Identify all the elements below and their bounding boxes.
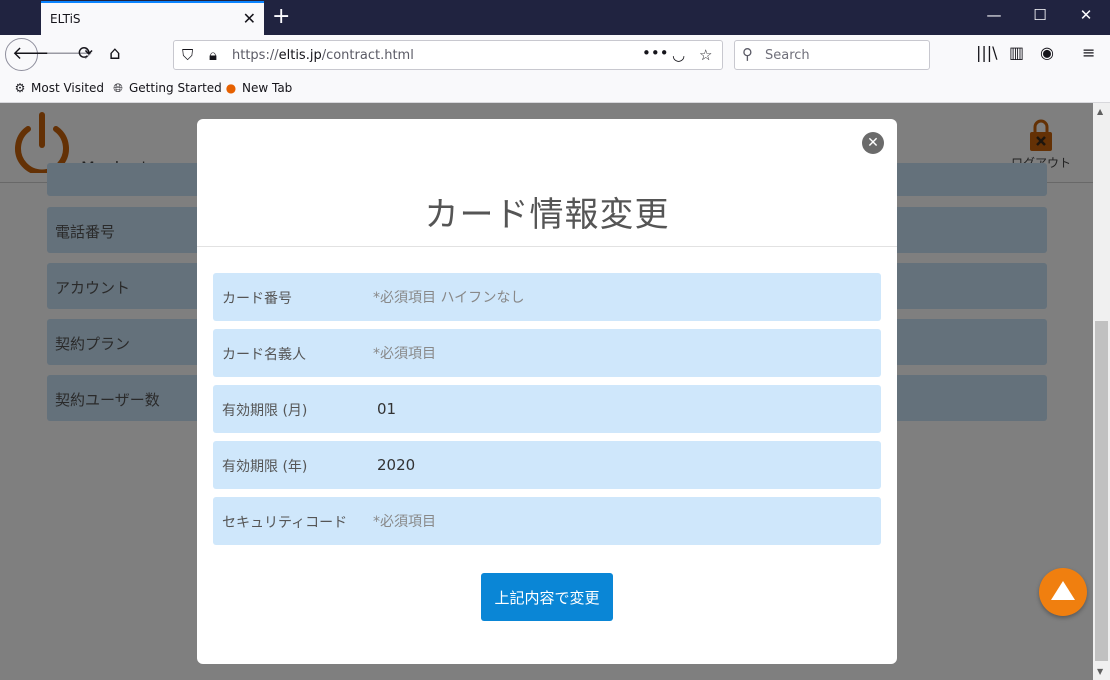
search-placeholder: Search: [765, 48, 810, 63]
card-holder-input[interactable]: [373, 329, 873, 377]
window-minimize-icon[interactable]: —: [972, 6, 1016, 24]
card-number-field: カード番号: [213, 273, 881, 321]
gear-icon: ⚙: [14, 81, 26, 95]
browser-titlebar: ELTiS ✕ + — ☐ ✕: [0, 0, 1110, 35]
security-code-input[interactable]: [373, 497, 873, 545]
field-label: カード番号: [222, 291, 292, 307]
bookmark-most-visited[interactable]: ⚙ Most Visited: [12, 81, 104, 95]
search-bar[interactable]: ⚲ Search: [734, 40, 930, 70]
submit-change-button[interactable]: 上記内容で変更: [481, 573, 613, 621]
scroll-to-top-button[interactable]: [1039, 568, 1087, 616]
globe-icon: 🌐︎: [113, 81, 123, 95]
expiry-month-select[interactable]: 01: [377, 400, 396, 418]
expiry-year-field: 有効期限 (年) 2020: [213, 441, 881, 489]
bookmark-getting-started[interactable]: 🌐︎ Getting Started: [110, 81, 222, 96]
url-bar[interactable]: ⛉ 🔒︎ https://eltis.jp/contract.html ••• …: [173, 40, 723, 70]
home-icon[interactable]: ⌂: [109, 43, 120, 64]
card-info-modal: ✕ カード情報変更 カード番号 カード名義人 有効期限 (月) 01 有効期限 …: [197, 119, 897, 664]
search-icon: ⚲: [742, 45, 753, 63]
field-label: セキュリティコード: [222, 515, 348, 531]
page-scrollbar[interactable]: ▲ ▼: [1093, 103, 1110, 680]
expiry-year-select[interactable]: 2020: [377, 456, 415, 474]
sidebar-icon[interactable]: ▥: [1009, 43, 1024, 62]
tab-title: ELTiS: [50, 12, 81, 26]
new-tab-icon[interactable]: +: [272, 4, 290, 29]
card-holder-field: カード名義人: [213, 329, 881, 377]
tab-close-icon[interactable]: ✕: [243, 9, 256, 28]
url-text[interactable]: https://eltis.jp/contract.html: [232, 48, 414, 63]
field-label: 有効期限 (年): [222, 459, 308, 475]
field-label: カード名義人: [222, 347, 306, 363]
field-label: 有効期限 (月): [222, 403, 308, 419]
modal-divider: [197, 246, 897, 247]
scroll-up-icon[interactable]: ▲: [1097, 107, 1103, 116]
scroll-thumb[interactable]: [1095, 321, 1108, 661]
scroll-down-icon[interactable]: ▼: [1097, 667, 1103, 676]
close-icon[interactable]: ✕: [862, 132, 884, 154]
card-number-input[interactable]: [373, 273, 873, 321]
bookmarks-toolbar: ⚙ Most Visited 🌐︎ Getting Started ● New Tab: [0, 73, 1110, 103]
menu-icon[interactable]: ≡: [1082, 43, 1095, 62]
library-icon[interactable]: |||\: [976, 43, 998, 62]
reload-icon[interactable]: ⟳: [78, 43, 93, 64]
window-maximize-icon[interactable]: ☐: [1018, 6, 1062, 24]
arrow-up-icon: [1051, 581, 1075, 600]
browser-tab[interactable]: ELTiS ✕: [41, 1, 264, 35]
account-icon[interactable]: ◉: [1040, 43, 1054, 62]
window-close-icon[interactable]: ✕: [1064, 6, 1108, 24]
lock-icon[interactable]: 🔒︎: [209, 46, 217, 64]
bookmark-star-icon[interactable]: ☆: [699, 46, 712, 64]
browser-navbar: 🡐 🡒 ⟳ ⌂ ⛉ 🔒︎ https://eltis.jp/contract.h…: [0, 35, 1110, 73]
modal-title: カード情報変更: [424, 195, 670, 235]
firefox-icon: ●: [225, 81, 237, 95]
page-actions-icon[interactable]: •••: [642, 44, 669, 62]
security-code-field: セキュリティコード: [213, 497, 881, 545]
bookmark-new-tab[interactable]: ● New Tab: [223, 81, 293, 95]
pocket-icon[interactable]: ◡: [672, 46, 685, 64]
expiry-month-field: 有効期限 (月) 01: [213, 385, 881, 433]
shield-icon[interactable]: ⛉: [182, 46, 193, 64]
